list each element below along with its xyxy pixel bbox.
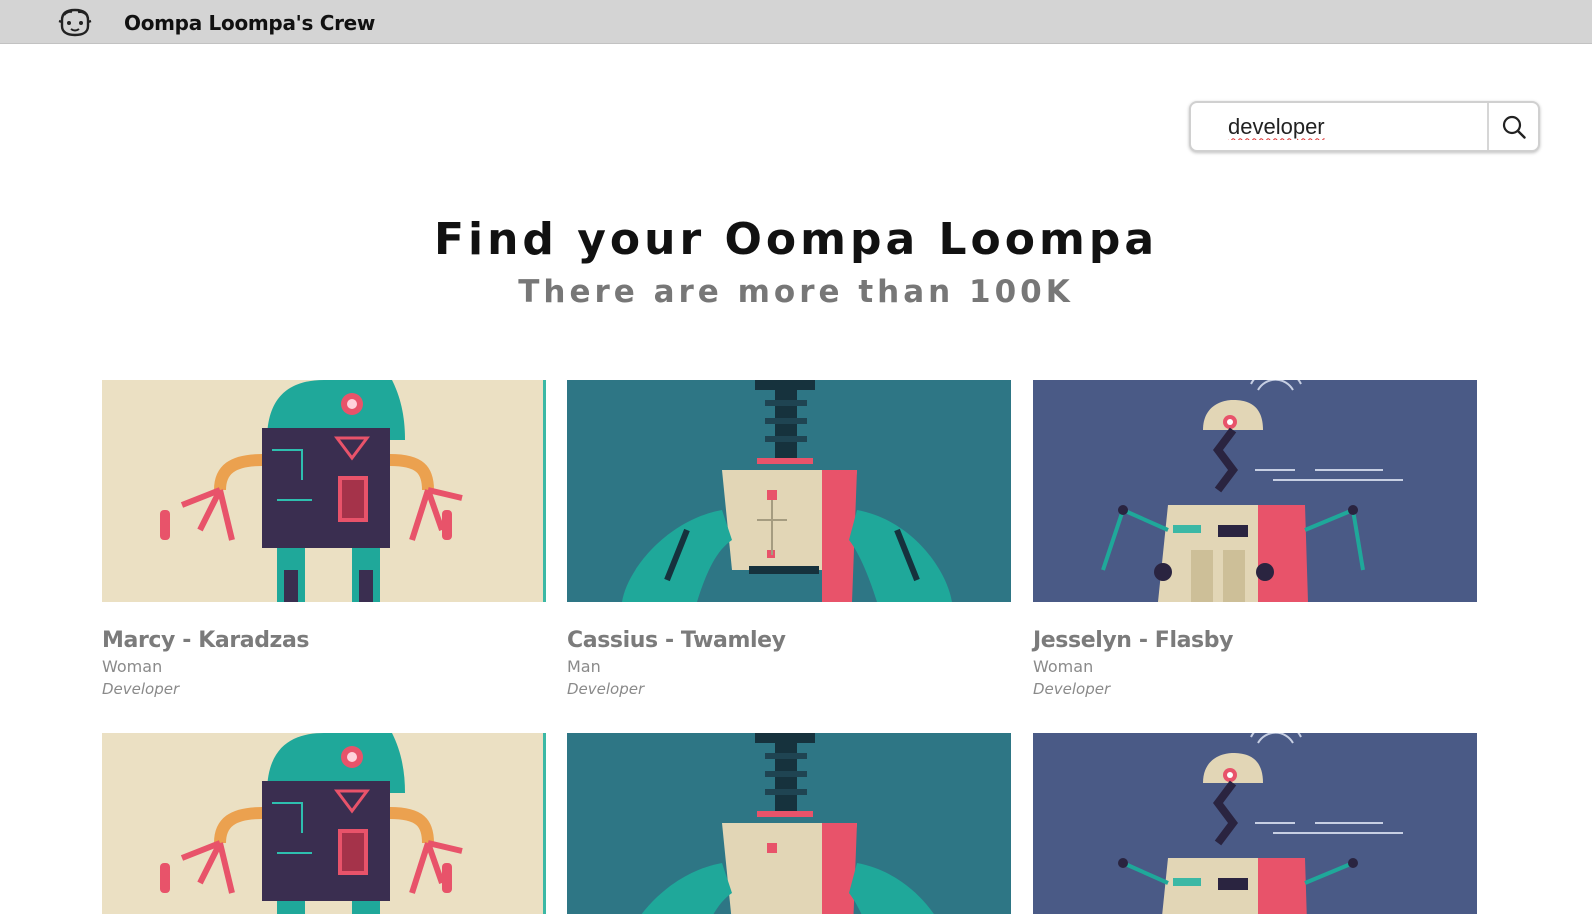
oompa-gender: Man: [567, 657, 601, 676]
oompa-profession: Developer: [102, 680, 180, 698]
oompa-image[interactable]: [102, 380, 546, 602]
oompa-name[interactable]: Jesselyn - Flasby: [1033, 628, 1477, 653]
search-box: [1189, 101, 1540, 152]
oompa-card[interactable]: [102, 733, 546, 914]
search-button[interactable]: [1489, 103, 1538, 150]
oompa-card[interactable]: Marcy - Karadzas Woman Developer: [102, 380, 546, 698]
oompa-face-icon[interactable]: [56, 6, 94, 38]
oompa-name[interactable]: Marcy - Karadzas: [102, 628, 546, 653]
oompa-card[interactable]: Cassius - Twamley Man Developer: [567, 380, 1011, 698]
oompa-gender: Woman: [1033, 657, 1094, 676]
oompa-image[interactable]: [102, 733, 546, 914]
page-title: Find your Oompa Loompa: [433, 214, 1159, 265]
oompa-card[interactable]: [567, 733, 1011, 914]
search-input[interactable]: [1191, 103, 1487, 150]
oompa-image[interactable]: [567, 380, 1011, 602]
oompa-card[interactable]: [1033, 733, 1477, 914]
search-icon: [1502, 115, 1526, 139]
top-bar: Oompa Loompa's Crew: [0, 0, 1592, 44]
oompa-profession: Developer: [1033, 680, 1111, 698]
oompa-gender: Woman: [102, 657, 163, 676]
oompa-image[interactable]: [1033, 380, 1477, 602]
page-subtitle: There are more than 100K: [518, 274, 1074, 310]
oompa-card[interactable]: Jesselyn - Flasby Woman Developer: [1033, 380, 1477, 698]
oompa-profession: Developer: [567, 680, 645, 698]
app-title[interactable]: Oompa Loompa's Crew: [124, 11, 375, 35]
oompa-name[interactable]: Cassius - Twamley: [567, 628, 1011, 653]
oompa-image[interactable]: [1033, 733, 1477, 914]
oompa-image[interactable]: [567, 733, 1011, 914]
